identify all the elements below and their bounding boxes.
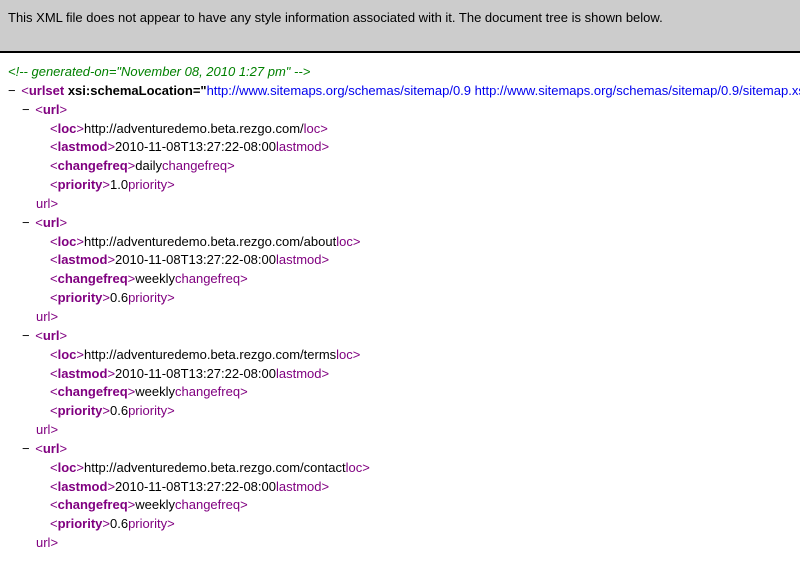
lastmod-row: <lastmod>2010-11-08T13:27:22-08:00lastmo… — [4, 251, 796, 270]
collapse-toggle[interactable]: − — [8, 83, 18, 98]
url-open-row: − <url> — [4, 214, 796, 233]
loc-value: http://adventuredemo.beta.rezgo.com/term… — [84, 347, 336, 362]
url-open-tag: <url> — [35, 328, 67, 343]
lastmod-row: <lastmod>2010-11-08T13:27:22-08:00lastmo… — [4, 138, 796, 157]
urlset-tag-open: <urlset — [21, 83, 64, 98]
url-open-tag: <url> — [35, 215, 67, 230]
comment-body: generated-on="November 08, 2010 1:27 pm" — [31, 64, 290, 79]
loc-row: <loc>http://adventuredemo.beta.rezgo.com… — [4, 346, 796, 365]
lastmod-value: 2010-11-08T13:27:22-08:00 — [115, 479, 276, 494]
changefreq-row: <changefreq>weeklychangefreq> — [4, 496, 796, 515]
collapse-toggle[interactable]: − — [22, 102, 32, 117]
collapse-toggle[interactable]: − — [22, 441, 32, 456]
banner-message: This XML file does not appear to have an… — [8, 10, 663, 25]
lastmod-row: <lastmod>2010-11-08T13:27:22-08:00lastmo… — [4, 478, 796, 497]
lastmod-value: 2010-11-08T13:27:22-08:00 — [115, 139, 276, 154]
url-close-tag: url> — [36, 535, 58, 550]
info-banner: This XML file does not appear to have an… — [0, 0, 800, 53]
lastmod-row: <lastmod>2010-11-08T13:27:22-08:00lastmo… — [4, 365, 796, 384]
url-close-tag: url> — [36, 422, 58, 437]
priority-value: 0.6 — [110, 290, 128, 305]
collapse-toggle[interactable]: − — [22, 215, 32, 230]
priority-value: 0.6 — [110, 516, 128, 531]
xml-comment: <!-- generated-on="November 08, 2010 1:2… — [4, 63, 796, 82]
changefreq-value: daily — [135, 158, 162, 173]
url-close-tag: url> — [36, 196, 58, 211]
url-open-row: − <url> — [4, 101, 796, 120]
lastmod-value: 2010-11-08T13:27:22-08:00 — [115, 366, 276, 381]
lastmod-value: 2010-11-08T13:27:22-08:00 — [115, 252, 276, 267]
priority-row: <priority>0.6priority> — [4, 402, 796, 421]
url-close-row: url> — [4, 308, 796, 327]
schema-link[interactable]: http://www.sitemaps.org/schemas/sitemap/… — [207, 83, 800, 98]
url-close-row: url> — [4, 195, 796, 214]
comment-open: <!-- — [8, 64, 31, 79]
url-open-tag: <url> — [35, 441, 67, 456]
priority-row: <priority>1.0priority> — [4, 176, 796, 195]
changefreq-value: weekly — [135, 271, 175, 286]
changefreq-row: <changefreq>weeklychangefreq> — [4, 383, 796, 402]
url-open-row: − <url> — [4, 440, 796, 459]
url-close-row: url> — [4, 534, 796, 553]
loc-value: http://adventuredemo.beta.rezgo.com/abou… — [84, 234, 336, 249]
urlset-open: − <urlset xsi:schemaLocation="http://www… — [4, 82, 796, 101]
priority-row: <priority>0.6priority> — [4, 289, 796, 308]
xml-tree: <!-- generated-on="November 08, 2010 1:2… — [0, 63, 800, 561]
url-close-row: url> — [4, 421, 796, 440]
comment-close: --> — [290, 64, 310, 79]
changefreq-row: <changefreq>weeklychangefreq> — [4, 270, 796, 289]
urls-container: − <url><loc>http://adventuredemo.beta.re… — [4, 101, 796, 553]
url-open-row: − <url> — [4, 327, 796, 346]
priority-value: 1.0 — [110, 177, 128, 192]
changefreq-row: <changefreq>dailychangefreq> — [4, 157, 796, 176]
changefreq-value: weekly — [135, 384, 175, 399]
loc-row: <loc>http://adventuredemo.beta.rezgo.com… — [4, 233, 796, 252]
url-close-tag: url> — [36, 309, 58, 324]
collapse-toggle[interactable]: − — [22, 328, 32, 343]
loc-value: http://adventuredemo.beta.rezgo.com/ — [84, 121, 304, 136]
loc-value: http://adventuredemo.beta.rezgo.com/cont… — [84, 460, 346, 475]
changefreq-value: weekly — [135, 497, 175, 512]
url-open-tag: <url> — [35, 102, 67, 117]
urlset-attr-pre: xsi:schemaLocation=" — [64, 83, 206, 98]
loc-row: <loc>http://adventuredemo.beta.rezgo.com… — [4, 120, 796, 139]
priority-value: 0.6 — [110, 403, 128, 418]
loc-row: <loc>http://adventuredemo.beta.rezgo.com… — [4, 459, 796, 478]
priority-row: <priority>0.6priority> — [4, 515, 796, 534]
